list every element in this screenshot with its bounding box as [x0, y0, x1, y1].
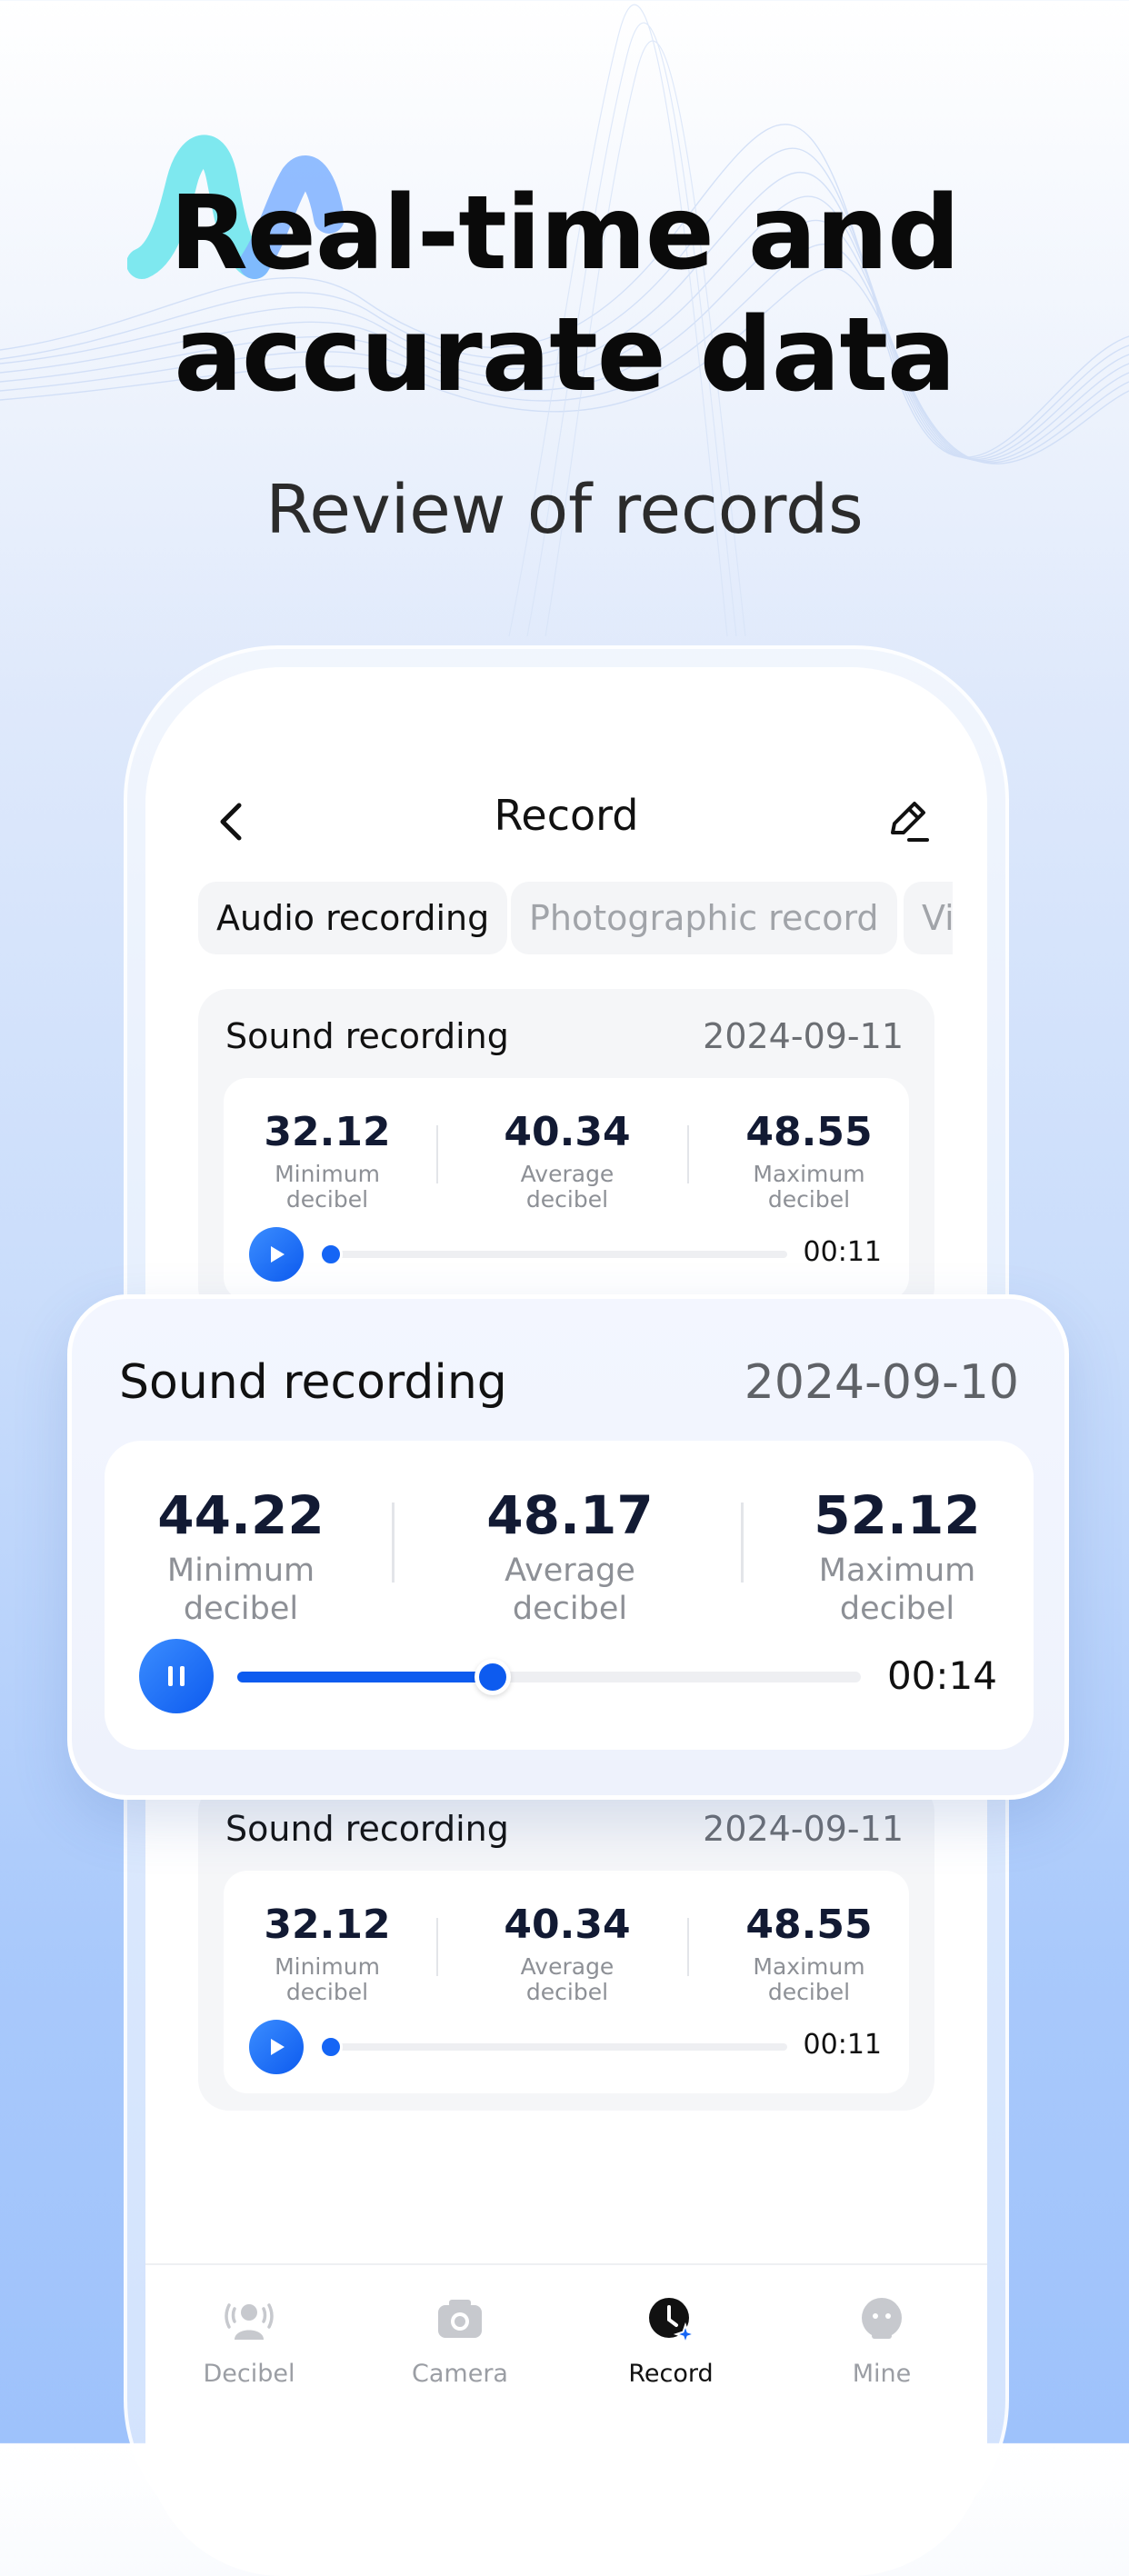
playback-handle[interactable] [475, 1659, 511, 1695]
avg-decibel-value: 40.34 [504, 1902, 631, 1948]
tabbar-label: Camera [412, 2360, 508, 2388]
avg-decibel-label: Average decibel [520, 1161, 614, 1213]
avg-decibel-value: 48.17 [486, 1484, 654, 1546]
stat-divider [436, 1125, 438, 1183]
tab-audio-recording[interactable]: Audio recording [198, 882, 508, 954]
playback-handle[interactable] [319, 2035, 343, 2059]
min-decibel-stat: 32.12 Minimum decibel [236, 1109, 418, 1213]
record-stats-panel: 32.12 Minimum decibel 40.34 Average deci… [224, 1871, 909, 2093]
playback-handle[interactable] [319, 1243, 343, 1266]
stat-divider [687, 1125, 689, 1183]
max-decibel-label: Maximum decibel [753, 1161, 865, 1213]
play-button[interactable] [249, 2020, 304, 2074]
record-card-header: Sound recording 2024-09-11 [225, 1809, 907, 1854]
max-decibel-stat: 52.12 Maximum decibel [779, 1484, 1015, 1628]
tabbar-item-camera[interactable]: Camera [387, 2292, 533, 2388]
playback-progress-fill [237, 1672, 493, 1682]
min-decibel-label: Minimum decibel [275, 1953, 380, 2005]
hero-title-line-2: accurate data [174, 296, 955, 414]
decibel-icon [225, 2303, 274, 2340]
min-decibel-value: 44.22 [157, 1484, 325, 1546]
stat-divider [741, 1503, 744, 1583]
hero-title-line-1: Real-time and [169, 175, 961, 293]
playback-track[interactable] [322, 1251, 787, 1258]
stat-divider [436, 1918, 438, 1976]
min-decibel-stat: 44.22 Minimum decibel [123, 1484, 359, 1628]
playback-duration: 00:11 [803, 1236, 882, 1268]
tabbar-label: Mine [852, 2360, 912, 2388]
max-decibel-stat: 48.55 Maximum decibel [718, 1902, 900, 2005]
record-date: 2024-09-11 [703, 1809, 904, 1849]
max-decibel-label: Maximum decibel [818, 1553, 976, 1627]
avg-decibel-label: Average decibel [505, 1553, 635, 1627]
min-decibel-stat: 32.12 Minimum decibel [236, 1902, 418, 2005]
tabbar-item-decibel[interactable]: Decibel [176, 2292, 322, 2388]
tab-photographic-record[interactable]: Photographic record [511, 882, 897, 954]
tab-video-record[interactable]: Video record [904, 882, 953, 954]
play-icon [271, 2039, 285, 2055]
camera-icon [438, 2300, 482, 2338]
focused-record-card[interactable]: Sound recording 2024-09-10 44.22 Minimum… [67, 1294, 1069, 1800]
tabbar-label: Record [628, 2360, 714, 2388]
record-type-tabs: Audio recording Photographic record Vide… [198, 882, 953, 956]
avg-decibel-stat: 40.34 Average decibel [476, 1109, 658, 1213]
play-icon [271, 1246, 285, 1263]
pause-button[interactable] [139, 1639, 214, 1713]
tabbar-item-mine[interactable]: Mine [809, 2292, 954, 2388]
stat-divider [687, 1918, 689, 1976]
hero-title: Real-time and accurate data [0, 173, 1129, 416]
record-card[interactable]: Sound recording 2024-09-11 32.12 Minimum… [198, 989, 934, 1318]
focused-record-stats-panel: 44.22 Minimum decibel 48.17 Average deci… [105, 1441, 1034, 1750]
max-decibel-value: 52.12 [814, 1484, 981, 1546]
playback-track[interactable] [322, 2043, 787, 2051]
play-button[interactable] [249, 1227, 304, 1282]
playback-duration: 00:14 [886, 1653, 997, 1698]
record-title: Sound recording [225, 1016, 509, 1056]
stat-divider [392, 1503, 395, 1583]
pause-icon [168, 1666, 185, 1686]
avg-decibel-value: 40.34 [504, 1109, 631, 1155]
record-clock-icon [649, 2298, 698, 2347]
page-title: Record [494, 791, 639, 840]
record-title: Sound recording [225, 1809, 509, 1849]
avg-decibel-label: Average decibel [520, 1953, 614, 2005]
record-date: 2024-09-10 [744, 1355, 1019, 1410]
tabbar-item-record[interactable]: Record [598, 2292, 744, 2388]
nav-bar: Record [145, 785, 987, 858]
bottom-tab-bar: Decibel Camera Record Mine [145, 2263, 987, 2465]
record-card[interactable]: Sound recording 2024-09-11 32.12 Minimum… [198, 1782, 934, 2111]
pencil-edit-icon [891, 802, 929, 842]
min-decibel-label: Minimum decibel [275, 1161, 380, 1213]
record-date: 2024-09-11 [703, 1016, 904, 1056]
record-title: Sound recording [119, 1355, 507, 1410]
min-decibel-value: 32.12 [264, 1902, 391, 1948]
max-decibel-value: 48.55 [745, 1109, 873, 1155]
record-stats-panel: 32.12 Minimum decibel 40.34 Average deci… [224, 1078, 909, 1301]
max-decibel-label: Maximum decibel [753, 1953, 865, 2005]
min-decibel-value: 32.12 [264, 1109, 391, 1155]
min-decibel-label: Minimum decibel [166, 1553, 315, 1627]
edit-button[interactable] [880, 794, 934, 849]
avg-decibel-stat: 48.17 Average decibel [452, 1484, 688, 1628]
hero-subtitle: Review of records [265, 471, 864, 549]
focused-record-header: Sound recording 2024-09-10 [119, 1355, 1019, 1419]
mine-face-icon [862, 2298, 902, 2339]
max-decibel-stat: 48.55 Maximum decibel [718, 1109, 900, 1213]
tabbar-label: Decibel [203, 2360, 295, 2388]
record-card-header: Sound recording 2024-09-11 [225, 1016, 907, 1062]
playback-duration: 00:11 [803, 2029, 882, 2061]
max-decibel-value: 48.55 [745, 1902, 873, 1948]
avg-decibel-stat: 40.34 Average decibel [476, 1902, 658, 2005]
